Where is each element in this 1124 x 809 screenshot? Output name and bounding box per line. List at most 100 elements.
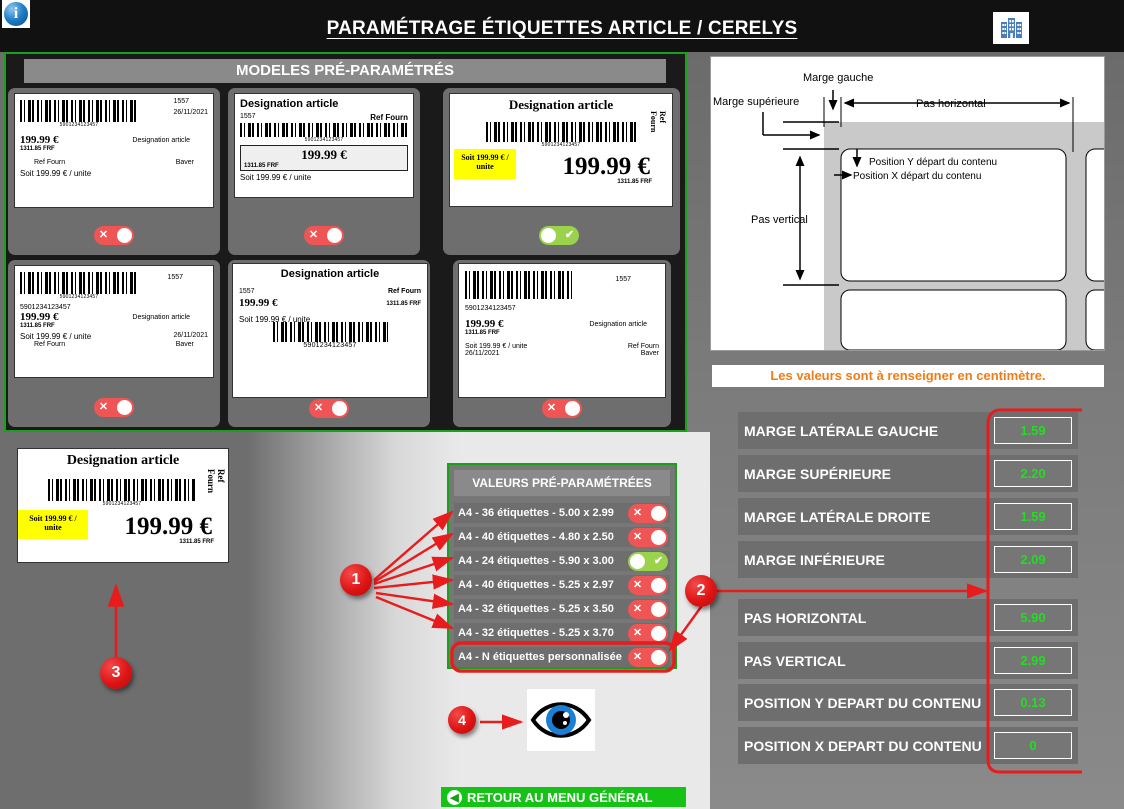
preset-toggle[interactable]: ✕: [628, 648, 668, 667]
label-designation: Designation article: [239, 268, 421, 280]
template-card-4[interactable]: 1557 5901234123457 5901234123457 199.99 …: [8, 260, 220, 427]
models-panel-header: MODELES PRÉ-PARAMÉTRÉS: [24, 59, 666, 83]
toggle-knob: [565, 401, 580, 416]
setting-row-marge-superieure[interactable]: MARGE SUPÉRIEURE 2.20: [738, 455, 1078, 492]
setting-label: MARGE SUPÉRIEURE: [738, 466, 994, 482]
preset-toggle[interactable]: ✕: [628, 624, 668, 643]
setting-row-position-y[interactable]: POSITION Y DEPART DU CONTENU 0.13: [738, 684, 1078, 721]
svg-text:Marge gauche: Marge gauche: [803, 72, 873, 84]
setting-label: MARGE LATÉRALE GAUCHE: [738, 423, 994, 439]
setting-label: POSITION X DEPART DU CONTENU: [738, 738, 994, 754]
preset-row-2[interactable]: A4 - 40 étiquettes - 4.80 x 2.50 ✕: [454, 527, 670, 547]
setting-row-pas-vertical[interactable]: PAS VERTICAL 2.99: [738, 642, 1078, 679]
setting-value-input[interactable]: 1.59: [994, 503, 1072, 530]
lower-mid-background: [247, 432, 460, 809]
label-ref-fourn: Ref Fourn: [34, 341, 65, 348]
building-icon[interactable]: [993, 12, 1029, 44]
barcode-graphic: [48, 479, 196, 501]
template-toggle-6[interactable]: ✕: [542, 399, 582, 418]
template-label-preview: 1557 5901234123457 199.99 € Designation …: [458, 263, 666, 398]
setting-value-input[interactable]: 1.59: [994, 417, 1072, 444]
callout-4: 4: [448, 706, 476, 734]
label-price: 199.99 €: [244, 147, 404, 163]
preset-label: A4 - N étiquettes personnalisée: [454, 651, 622, 663]
label-baver: Baver: [176, 341, 194, 348]
toggle-knob: [651, 650, 666, 665]
toggle-off-glyph: ✕: [311, 401, 326, 416]
building-icon-svg: [999, 17, 1023, 39]
template-toggle-4[interactable]: ✕: [94, 398, 134, 417]
preset-toggle[interactable]: ✕: [628, 528, 668, 547]
barcode-graphic: [20, 272, 138, 294]
template-toggle-2[interactable]: ✕: [304, 226, 344, 245]
barcode-number: 5901234123457: [486, 142, 636, 148]
setting-row-marge-laterale-droite[interactable]: MARGE LATÉRALE DROITE 1.59: [738, 498, 1078, 535]
preview-eye-button[interactable]: [527, 689, 595, 751]
preset-row-1[interactable]: A4 - 36 étiquettes - 5.00 x 2.99 ✕: [454, 503, 670, 523]
preset-row-4[interactable]: A4 - 40 étiquettes - 5.25 x 2.97 ✕: [454, 575, 670, 595]
setting-row-position-x[interactable]: POSITION X DEPART DU CONTENU 0: [738, 727, 1078, 764]
preset-row-6[interactable]: A4 - 32 étiquettes - 5.25 x 3.70 ✕: [454, 623, 670, 643]
template-card-6[interactable]: 1557 5901234123457 199.99 € Designation …: [453, 260, 671, 427]
toggle-knob: [541, 228, 556, 243]
preset-row-3[interactable]: A4 - 24 étiquettes - 5.90 x 3.00 ✔: [454, 551, 670, 571]
preset-toggle[interactable]: ✕: [628, 600, 668, 619]
label-code: 1557: [167, 274, 183, 294]
template-toggle-1[interactable]: ✕: [94, 226, 134, 245]
setting-value-input[interactable]: 2.20: [994, 460, 1072, 487]
label-barcode-text: 5901234123457: [20, 304, 208, 311]
toggle-off-glyph: ✕: [96, 400, 111, 415]
preset-row-7-custom[interactable]: A4 - N étiquettes personnalisée ✕: [454, 647, 670, 667]
back-to-main-menu-label: RETOUR AU MENU GÉNÉRAL: [467, 790, 653, 805]
setting-label: MARGE INFÉRIEURE: [738, 552, 994, 568]
svg-text:Pas horizontal: Pas horizontal: [916, 98, 986, 110]
toggle-knob: [651, 626, 666, 641]
setting-row-marge-inferieure[interactable]: MARGE INFÉRIEURE 2.09: [738, 541, 1078, 578]
label-unit-line: Soit 199.99 € / unite: [465, 343, 527, 350]
label-unit-line-a: Soit 199.99 € /: [18, 514, 88, 523]
toggle-off-glyph: ✕: [630, 530, 645, 545]
presets-panel-header: VALEURS PRÉ-PARAMÉTRÉES: [454, 470, 670, 496]
setting-value-input[interactable]: 5.90: [994, 604, 1072, 631]
label-designation: Designation article: [454, 97, 668, 113]
template-label-preview: 1557 26/11/2021 5901234123457 199.99 € D…: [14, 93, 214, 208]
label-price: 199.99 €: [239, 297, 278, 309]
label-ref-fourn: Ref Fourn: [649, 111, 667, 143]
svg-text:Position Y départ du contenu: Position Y départ du contenu: [869, 157, 997, 168]
barcode-graphic: [240, 123, 408, 137]
label-price-secondary: 1311.85 FRF: [386, 301, 421, 307]
label-unit-line: Soit 199.99 € / unite: [20, 332, 91, 341]
preset-toggle[interactable]: ✕: [628, 576, 668, 595]
label-price-secondary: 1311.85 FRF: [465, 330, 659, 336]
template-card-3[interactable]: Designation article 5901234123457 Ref Fo…: [443, 88, 680, 255]
back-to-main-menu-button[interactable]: ◀ RETOUR AU MENU GÉNÉRAL: [441, 787, 686, 807]
label-code: 1557: [240, 113, 256, 122]
template-toggle-3[interactable]: ✔: [539, 226, 579, 245]
toggle-knob: [630, 554, 645, 569]
label-date: 26/11/2021: [465, 350, 500, 357]
eye-icon: [527, 689, 595, 751]
setting-value-input[interactable]: 2.09: [994, 546, 1072, 573]
preset-label: A4 - 36 étiquettes - 5.00 x 2.99: [454, 507, 614, 519]
barcode-number: 5901234123457: [48, 501, 196, 507]
template-card-1[interactable]: 1557 26/11/2021 5901234123457 199.99 € D…: [8, 88, 220, 255]
template-card-5[interactable]: Designation article 1557 Ref Fourn 199.9…: [228, 260, 430, 427]
setting-value-input[interactable]: 0: [994, 732, 1072, 759]
top-bar: i PARAMÉTRAGE ÉTIQUETTES ARTICLE / CEREL…: [0, 0, 1124, 52]
template-label-preview: Designation article 1557 Ref Fourn 199.9…: [232, 263, 428, 398]
barcode-number: 5901234123457: [20, 294, 138, 300]
preset-toggle[interactable]: ✔: [628, 552, 668, 571]
preset-label: A4 - 40 étiquettes - 5.25 x 2.97: [454, 579, 614, 591]
preset-row-5[interactable]: A4 - 32 étiquettes - 5.25 x 3.50 ✕: [454, 599, 670, 619]
setting-value-input[interactable]: 2.99: [994, 647, 1072, 674]
setting-row-marge-laterale-gauche[interactable]: MARGE LATÉRALE GAUCHE 1.59: [738, 412, 1078, 449]
template-card-2[interactable]: Designation article 1557 Ref Fourn 59012…: [228, 88, 420, 255]
margin-diagram: Marge gauche Pas horizontal Marge supéri…: [710, 56, 1105, 351]
barcode-graphic: [465, 271, 575, 299]
label-ref-fourn: Ref Fourn: [370, 113, 408, 122]
setting-row-pas-horizontal[interactable]: PAS HORIZONTAL 5.90: [738, 599, 1078, 636]
template-toggle-5[interactable]: ✕: [309, 399, 349, 418]
setting-value-input[interactable]: 0.13: [994, 689, 1072, 716]
toggle-off-glyph: ✕: [630, 650, 645, 665]
preset-toggle[interactable]: ✕: [628, 504, 668, 523]
